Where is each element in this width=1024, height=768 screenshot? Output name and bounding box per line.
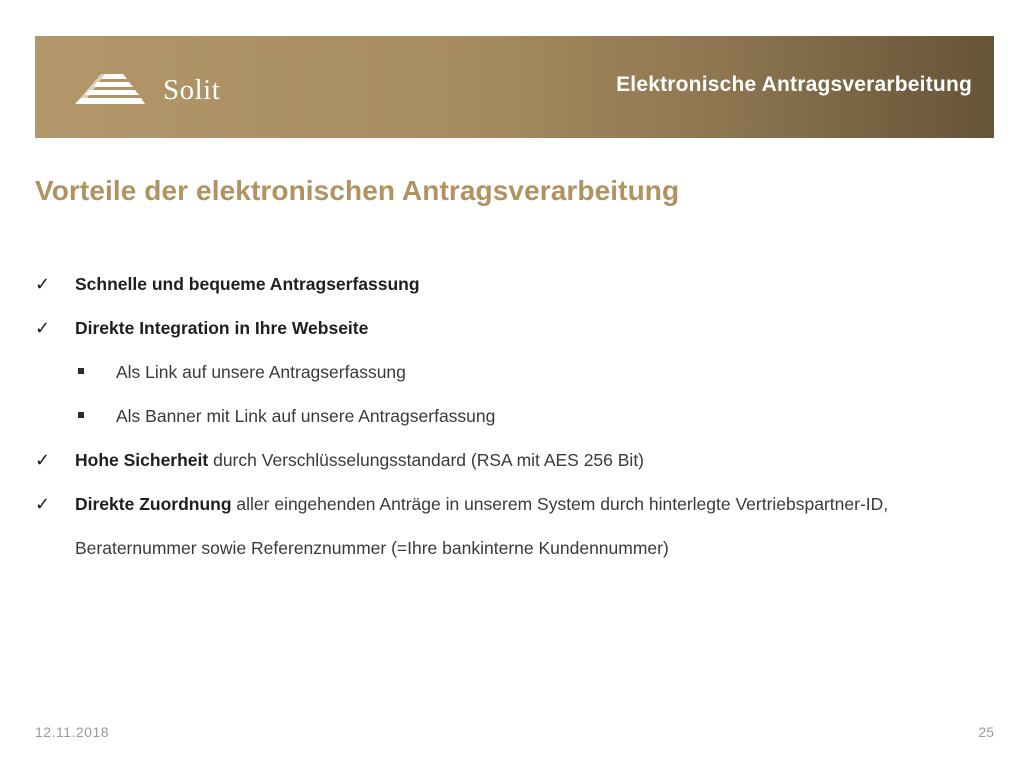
sub-item-2: Als Banner mit Link auf unsere Antragser… (35, 394, 975, 438)
logo-wordmark: Solit (163, 74, 221, 106)
pyramid-logo-icon (75, 74, 145, 104)
checkmark-icon: ✓ (35, 450, 51, 470)
checkmark-icon: ✓ (35, 274, 51, 294)
benefit-description: durch Verschlüsselungsstandard (RSA mit … (208, 450, 645, 470)
benefit-list: ✓ Schnelle und bequeme Antragserfassung … (35, 262, 975, 570)
checkmark-icon: ✓ (35, 494, 51, 514)
sub-item-1: Als Link auf unsere Antragserfassung (35, 350, 975, 394)
page-title: Vorteile der elektronischen Antragsverar… (35, 175, 680, 206)
benefit-item-1: ✓ Schnelle und bequeme Antragserfassung (35, 262, 975, 306)
benefit-item-4: ✓ Direkte Zuordnung aller eingehenden An… (35, 482, 975, 570)
benefit-heading: Direkte Integration in Ihre Webseite (75, 318, 369, 338)
checkmark-icon: ✓ (35, 318, 51, 338)
benefit-heading: Direkte Zuordnung (75, 494, 232, 514)
benefit-heading: Hohe Sicherheit (75, 450, 209, 470)
square-bullet-icon (78, 368, 84, 374)
square-bullet-icon (78, 412, 84, 418)
page-number: 25 (978, 724, 994, 740)
benefit-item-3: ✓ Hohe Sicherheit durch Verschlüsselungs… (35, 438, 975, 482)
footer-date: 12.11.2018 (35, 724, 110, 740)
company-logo: Solit (75, 72, 245, 108)
sub-item-text: Als Banner mit Link auf unsere Antragser… (116, 406, 496, 426)
sub-item-text: Als Link auf unsere Antragserfassung (116, 362, 406, 382)
benefit-heading: Schnelle und bequeme Antragserfassung (75, 274, 420, 294)
benefit-item-2: ✓ Direkte Integration in Ihre Webseite (35, 306, 975, 350)
header-title: Elektronische Antragsverarbeitung (616, 73, 972, 96)
header-banner: Solit Elektronische Antragsverarbeitung (35, 36, 994, 138)
